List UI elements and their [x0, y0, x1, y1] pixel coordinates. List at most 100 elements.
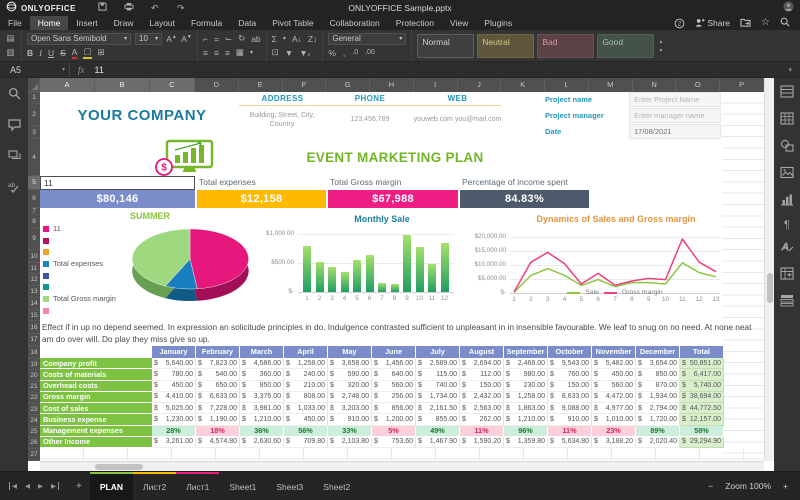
table-cell[interactable]: $1,210.00 — [240, 414, 284, 425]
table-cell[interactable]: $240.00 — [284, 369, 328, 380]
project-field-value[interactable]: 17/08/2021 — [629, 124, 721, 139]
align-center-button[interactable]: ≡ — [214, 48, 219, 58]
table-cell[interactable]: $1,190.00 — [196, 414, 240, 425]
table-cell[interactable]: $3,203.00 — [328, 403, 372, 414]
table-cell[interactable]: $1,210.00 — [504, 414, 548, 425]
row-header-22[interactable]: 22 — [28, 393, 40, 404]
insert-function-button[interactable]: fx — [70, 65, 93, 75]
table-cell[interactable]: $5,482.00 — [592, 358, 636, 369]
table-cell[interactable]: $1,258.00 — [504, 392, 548, 403]
table-cell[interactable]: $360.00 — [240, 369, 284, 380]
table-cell[interactable]: $5,640.00 — [152, 358, 196, 369]
table-cell[interactable]: $1,934.00 — [636, 392, 680, 403]
collapse-formula-bar-icon[interactable]: ▾ — [788, 66, 800, 74]
row-header-2[interactable]: 2 — [28, 104, 40, 126]
table-header-may[interactable]: May — [328, 346, 371, 358]
row-header-10[interactable]: 10 — [28, 250, 40, 263]
table-header-august[interactable]: August — [460, 346, 503, 358]
table-cell[interactable]: $9,088.00 — [548, 403, 592, 414]
table-cell[interactable]: 96% — [504, 426, 548, 437]
row-header-18[interactable]: 18 — [28, 346, 40, 359]
sheet-tab-sheet3[interactable]: Sheet3 — [266, 472, 313, 500]
table-cell[interactable]: $3,188.20 — [592, 437, 636, 448]
table-cell[interactable]: $5,634.80 — [548, 437, 592, 448]
table-cell[interactable]: $3,261.00 — [152, 437, 196, 448]
next-sheet-button[interactable]: ▶ — [38, 482, 43, 490]
sheet-tab-лист1[interactable]: Лист1 — [176, 472, 219, 500]
table-cell[interactable]: $2,748.00 — [328, 392, 372, 403]
vertical-scrollbar[interactable] — [764, 78, 774, 461]
column-header-B[interactable]: B — [95, 78, 150, 92]
column-header-C[interactable]: C — [150, 78, 195, 92]
table-cell[interactable]: 11% — [460, 426, 504, 437]
table-cell[interactable]: $4,977.00 — [592, 403, 636, 414]
row-header-20[interactable]: 20 — [28, 370, 40, 381]
table-cell[interactable]: $29,294.90 — [680, 437, 724, 448]
table-cell[interactable]: $1,010.00 — [592, 414, 636, 425]
chat-icon[interactable] — [8, 149, 21, 167]
row-label[interactable]: Company profit — [40, 358, 152, 369]
row-label[interactable]: Other Income — [40, 437, 152, 448]
table-cell[interactable]: $560.00 — [592, 381, 636, 392]
bold-button[interactable]: B — [27, 48, 33, 58]
table-cell[interactable]: $1,467.90 — [416, 437, 460, 448]
table-cell[interactable]: $3,658.00 — [328, 358, 372, 369]
table-header-total[interactable]: Total — [680, 346, 723, 358]
decrease-font-button[interactable]: A▼ — [181, 34, 192, 44]
table-cell[interactable]: $560.00 — [372, 381, 416, 392]
table-cell[interactable]: $3,376.00 — [240, 392, 284, 403]
table-header-march[interactable]: March — [240, 346, 283, 358]
table-cell[interactable]: $855.00 — [416, 414, 460, 425]
table-cell[interactable]: $115.00 — [416, 369, 460, 380]
row-header-4[interactable]: 4 — [28, 139, 40, 176]
table-header-september[interactable]: September — [504, 346, 547, 358]
table-cell[interactable]: $256.00 — [372, 392, 416, 403]
first-sheet-button[interactable]: ◀ — [9, 482, 17, 490]
table-cell[interactable]: $320.00 — [328, 381, 372, 392]
percent-style-button[interactable]: % — [328, 48, 336, 58]
menu-tab-draw[interactable]: Draw — [106, 16, 142, 30]
favorite-star-icon[interactable]: ☆ — [761, 18, 770, 28]
project-field-value[interactable]: Enter manager name — [629, 108, 721, 123]
textart-settings-icon[interactable]: A — [780, 240, 794, 258]
paste-button[interactable]: ▤ — [5, 33, 16, 44]
table-cell[interactable]: $740.00 — [416, 381, 460, 392]
sheet-tab-sheet2[interactable]: Sheet2 — [313, 472, 360, 500]
table-cell[interactable]: 28% — [152, 426, 196, 437]
table-header-october[interactable]: October — [548, 346, 591, 358]
sheet-tab-plan[interactable]: PLAN — [90, 472, 133, 500]
table-cell[interactable]: $4,574.80 — [196, 437, 240, 448]
row-header-14[interactable]: 14 — [28, 298, 40, 310]
search-button[interactable] — [780, 17, 790, 29]
table-cell[interactable]: 89% — [636, 426, 680, 437]
cell-style-neutral[interactable]: Neutral — [477, 34, 534, 58]
zoom-in-button[interactable]: + — [783, 481, 788, 491]
table-cell[interactable]: $2,694.00 — [460, 358, 504, 369]
row-label[interactable]: Costs of materials — [40, 369, 152, 380]
row-header-24[interactable]: 24 — [28, 415, 40, 426]
row-label[interactable]: Gross margin — [40, 392, 152, 403]
prev-sheet-button[interactable]: ◀ — [25, 482, 30, 490]
column-header-D[interactable]: D — [195, 78, 239, 92]
copy-button[interactable]: ▥ — [5, 47, 16, 58]
image-settings-icon[interactable] — [780, 166, 794, 184]
menu-tab-data[interactable]: Data — [230, 16, 264, 30]
table-cell[interactable]: 11% — [548, 426, 592, 437]
menu-tab-pivot-table[interactable]: Pivot Table — [264, 16, 321, 30]
table-cell[interactable]: $262.00 — [460, 414, 504, 425]
table-cell[interactable]: 33% — [328, 426, 372, 437]
table-header-november[interactable]: November — [592, 346, 635, 358]
table-cell[interactable]: $1,359.80 — [504, 437, 548, 448]
table-header-july[interactable]: July — [416, 346, 459, 358]
table-header-april[interactable]: April — [284, 346, 327, 358]
slicer-icon[interactable] — [780, 294, 794, 312]
column-header-L[interactable]: L — [545, 78, 589, 92]
borders-button[interactable]: ⊞ — [98, 47, 105, 58]
search-icon[interactable] — [8, 87, 21, 105]
table-cell[interactable]: $3,981.00 — [240, 403, 284, 414]
coediting-users-button[interactable]: 2 — [674, 18, 685, 29]
column-header-M[interactable]: M — [589, 78, 633, 92]
table-cell[interactable]: 23% — [592, 426, 636, 437]
table-cell[interactable]: 5% — [372, 426, 416, 437]
table-cell[interactable]: $1,720.00 — [636, 414, 680, 425]
